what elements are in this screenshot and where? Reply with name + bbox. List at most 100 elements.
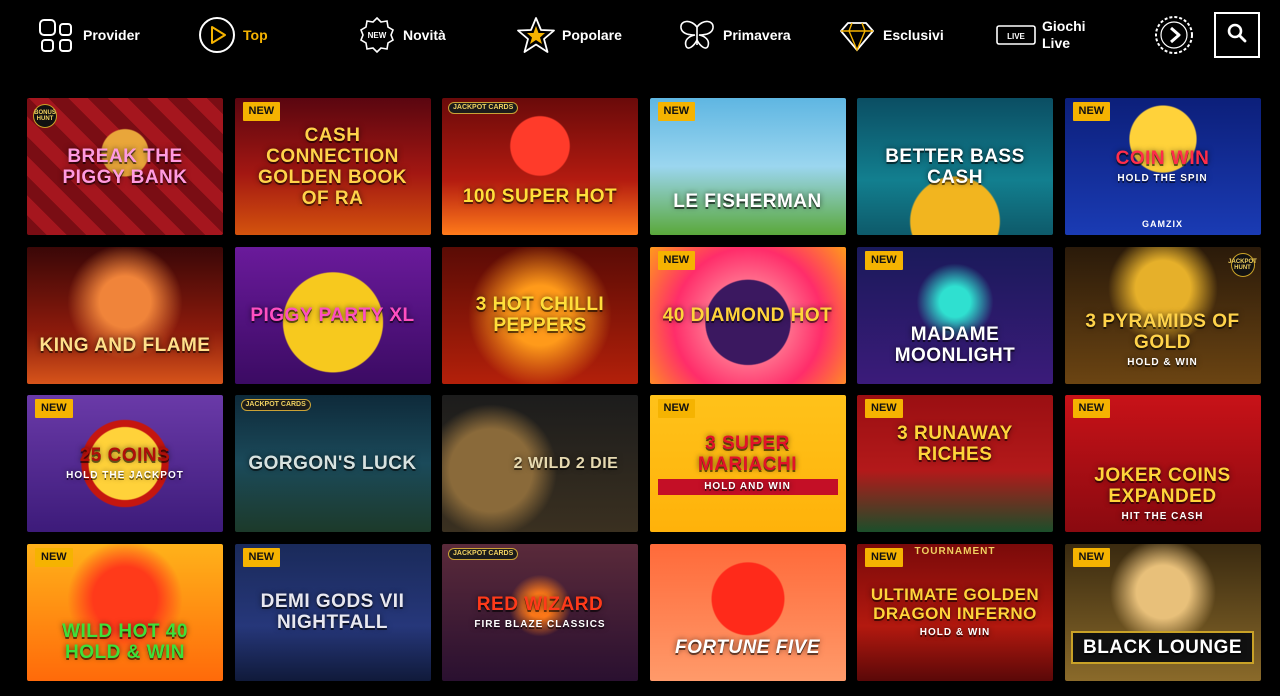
nav-label: Esclusivi — [883, 26, 944, 43]
game-title-text: Joker Coins Expanded — [1094, 464, 1231, 507]
game-title: Ultimate Golden Dragon Inferno HOLD & WI… — [857, 585, 1053, 639]
new-badge: NEW — [1072, 547, 1111, 567]
tournament-label: TOURNAMENT — [914, 545, 996, 557]
new-badge: NEW — [35, 547, 73, 567]
game-tile[interactable]: King and Flame — [27, 246, 223, 384]
game-tile[interactable]: NEW Coin Win HOLD THE SPIN GAMZIX — [1064, 98, 1261, 235]
game-title: Black Lounge — [1070, 630, 1255, 664]
nav-label: Top — [243, 26, 268, 43]
game-tile[interactable]: Fortune Five — [649, 543, 846, 681]
game-title: King and Flame — [39, 334, 211, 356]
game-tile[interactable]: NEW 3 Runaway Riches — [857, 395, 1053, 532]
new-badge: NEW — [242, 547, 281, 567]
game-tile[interactable]: 3 Hot Chilli Peppers — [442, 246, 638, 384]
category-nav: Provider Top NEW Novità Popolare Primave… — [0, 0, 1280, 72]
star-icon — [516, 15, 556, 55]
nav-item-popolare[interactable]: Popolare — [516, 14, 622, 56]
game-tile[interactable]: JACKPOT CARDS 100 Super Hot — [442, 98, 638, 235]
game-subtitle: HOLD & WIN — [1127, 357, 1198, 368]
nav-label: Giochi Live — [1042, 18, 1086, 51]
game-tile[interactable]: NEW 3 Super Mariachi HOLD AND WIN — [649, 395, 846, 532]
butterfly-icon — [677, 15, 717, 55]
game-tile[interactable]: NEW Le Fisherman — [649, 98, 846, 235]
svg-text:NEW: NEW — [368, 31, 387, 40]
game-tile[interactable]: NEW Madame Moonlight — [857, 246, 1053, 384]
game-title: 3 Super Mariachi HOLD AND WIN — [650, 433, 846, 495]
new-badge: NEW — [35, 399, 73, 418]
nav-item-novita[interactable]: NEW Novità — [357, 14, 446, 56]
game-title: Cash Connection Golden Book of Ra — [257, 124, 408, 209]
new-badge: NEW — [1072, 399, 1111, 418]
game-tile[interactable]: NEW TOURNAMENT Ultimate Golden Dragon In… — [857, 543, 1053, 681]
game-title: Piggy Party XL — [250, 304, 415, 326]
nav-item-giochi-live[interactable]: LIVE Giochi Live — [996, 14, 1102, 56]
game-title-text: 25 Coins — [79, 445, 171, 466]
game-subtitle: HOLD AND WIN — [657, 478, 838, 495]
nav-item-top[interactable]: Top — [197, 14, 268, 56]
game-tile[interactable]: NEW Cash Connection Golden Book of Ra — [234, 98, 431, 235]
new-badge-icon: NEW — [357, 15, 397, 55]
game-subtitle: HOLD THE SPIN — [1117, 173, 1208, 184]
game-tile[interactable]: JACKPOT CARDS Red Wizard FIRE BLAZE CLAS… — [442, 543, 638, 681]
nav-label: Provider — [83, 26, 140, 43]
new-badge: NEW — [657, 102, 696, 121]
game-title: 3 Pyramids of Gold HOLD & WIN — [1065, 261, 1261, 369]
game-tile[interactable]: NEW Joker Coins Expanded HIT THE CASH — [1064, 395, 1261, 532]
game-subtitle: HOLD THE JACKPOT — [66, 470, 184, 481]
game-grid: BONUS HUNT Break the Piggy Bank NEW Cash… — [27, 98, 1261, 681]
provider-badge: JACKPOT HUNT — [1228, 252, 1257, 277]
game-tile[interactable]: BONUS HUNT Break the Piggy Bank — [27, 98, 223, 235]
chevron-right-circle-icon — [1154, 15, 1194, 55]
jackpot-cards-badge: JACKPOT CARDS — [448, 102, 519, 114]
game-tile[interactable]: NEW Demi Gods VII Nightfall — [234, 543, 431, 681]
provider-brand: GAMZIX — [1142, 219, 1183, 229]
new-badge: NEW — [1072, 102, 1111, 121]
new-badge: NEW — [657, 399, 696, 418]
game-subtitle: HIT THE CASH — [1121, 510, 1204, 522]
game-title-text: 3 Pyramids of Gold — [1085, 311, 1240, 353]
nav-label: Novità — [403, 26, 446, 43]
game-title: Red Wizard FIRE BLAZE CLASSICS — [466, 594, 613, 631]
game-tile[interactable]: NEW 25 Coins HOLD THE JACKPOT — [27, 395, 223, 532]
nav-item-provider[interactable]: Provider — [37, 14, 140, 56]
game-tile[interactable]: NEW Black Lounge — [1064, 543, 1261, 681]
nav-label: Popolare — [562, 26, 622, 43]
nav-label: Primavera — [723, 26, 791, 43]
nav-item-esclusivi[interactable]: Esclusivi — [837, 14, 944, 56]
game-title: Demi Gods VII Nightfall — [260, 591, 405, 633]
game-tile[interactable]: 2 Wild 2 Die — [442, 395, 638, 532]
game-title-text: Ultimate Golden Dragon Inferno — [870, 585, 1040, 623]
nav-more-button[interactable] — [1154, 14, 1200, 56]
game-title-text: Red Wizard — [476, 593, 604, 615]
svg-text:LIVE: LIVE — [1007, 32, 1025, 41]
game-title: 100 Super Hot — [462, 186, 618, 207]
game-title: 40 Diamond Hot — [662, 304, 833, 326]
play-circle-icon — [197, 15, 237, 55]
nav-item-primavera[interactable]: Primavera — [677, 14, 791, 56]
game-title-text: 3 Super Mariachi — [698, 432, 797, 475]
game-subtitle: HOLD & WIN — [919, 627, 991, 638]
new-badge: NEW — [242, 102, 281, 121]
game-tile[interactable]: NEW 40 Diamond Hot — [649, 246, 846, 384]
game-subtitle: FIRE BLAZE CLASSICS — [474, 618, 606, 630]
search-button[interactable] — [1214, 12, 1260, 58]
game-tile[interactable]: Piggy Party XL — [234, 246, 431, 384]
game-title: 2 Wild 2 Die — [513, 455, 619, 472]
new-badge: NEW — [865, 250, 903, 270]
diamond-icon — [837, 15, 877, 55]
game-title: Better Bass Cash — [885, 145, 1025, 188]
game-tile[interactable]: NEW Wild Hot 40 Hold & Win — [27, 543, 223, 681]
game-tile[interactable]: JACKPOT CARDS Gorgon's Luck — [234, 395, 431, 532]
game-tile[interactable]: JACKPOT HUNT 3 Pyramids of Gold HOLD & W… — [1064, 246, 1261, 384]
game-title: Madame Moonlight — [894, 324, 1016, 366]
provider-grid-icon — [37, 15, 77, 55]
provider-badge: BONUS HUNT — [33, 104, 57, 128]
game-tile[interactable]: Better Bass Cash — [857, 98, 1053, 235]
game-title: 3 Hot Chilli Peppers — [475, 294, 605, 336]
game-title-text: Coin Win — [1115, 148, 1210, 169]
game-title: Le Fisherman — [673, 191, 822, 212]
new-badge: NEW — [865, 399, 903, 418]
live-icon: LIVE — [996, 15, 1036, 55]
game-title: Gorgon's Luck — [248, 453, 417, 474]
jackpot-cards-badge: JACKPOT CARDS — [448, 547, 519, 560]
